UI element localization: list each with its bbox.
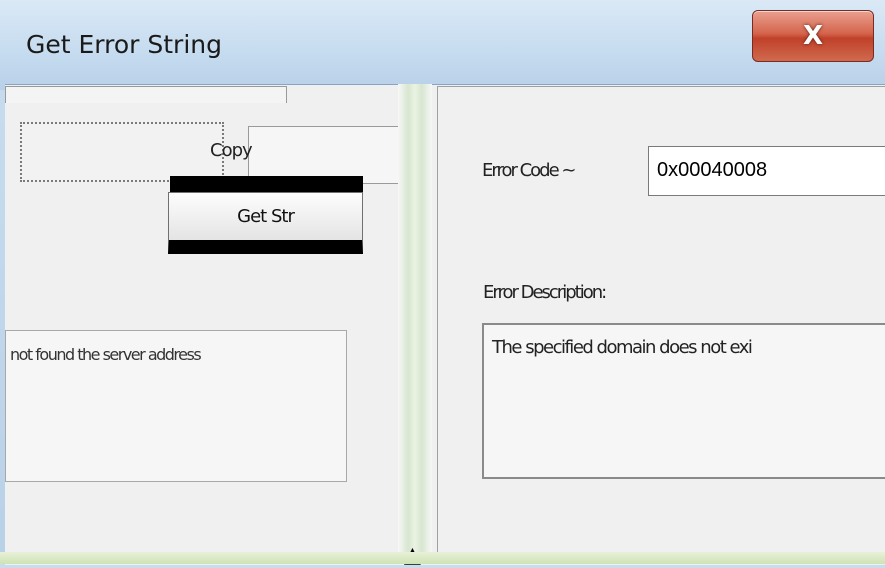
close-icon: X <box>802 21 824 51</box>
get-string-button-label: Get Str <box>237 206 295 227</box>
left-tab-strip <box>5 86 287 103</box>
copy-button-label[interactable]: Copy <box>210 140 253 161</box>
get-string-button[interactable]: Get Str <box>168 192 363 254</box>
error-code-input[interactable]: 0x00040008 <box>648 146 885 196</box>
window-title: Get Error String <box>26 30 222 59</box>
error-code-label: Error Code ~ <box>482 160 576 181</box>
button-shadow <box>170 176 363 192</box>
focus-groupbox <box>20 122 224 182</box>
error-description-label: Error Description: <box>483 282 607 303</box>
title-bar[interactable]: Get Error String X <box>0 0 885 90</box>
message-textbox[interactable]: not found the server address <box>5 330 347 482</box>
error-description-textbox[interactable]: The specified domain does not exi <box>482 323 885 479</box>
window-bottom-border <box>0 552 885 564</box>
close-button[interactable]: X <box>752 10 874 62</box>
pane-splitter[interactable] <box>398 84 432 564</box>
